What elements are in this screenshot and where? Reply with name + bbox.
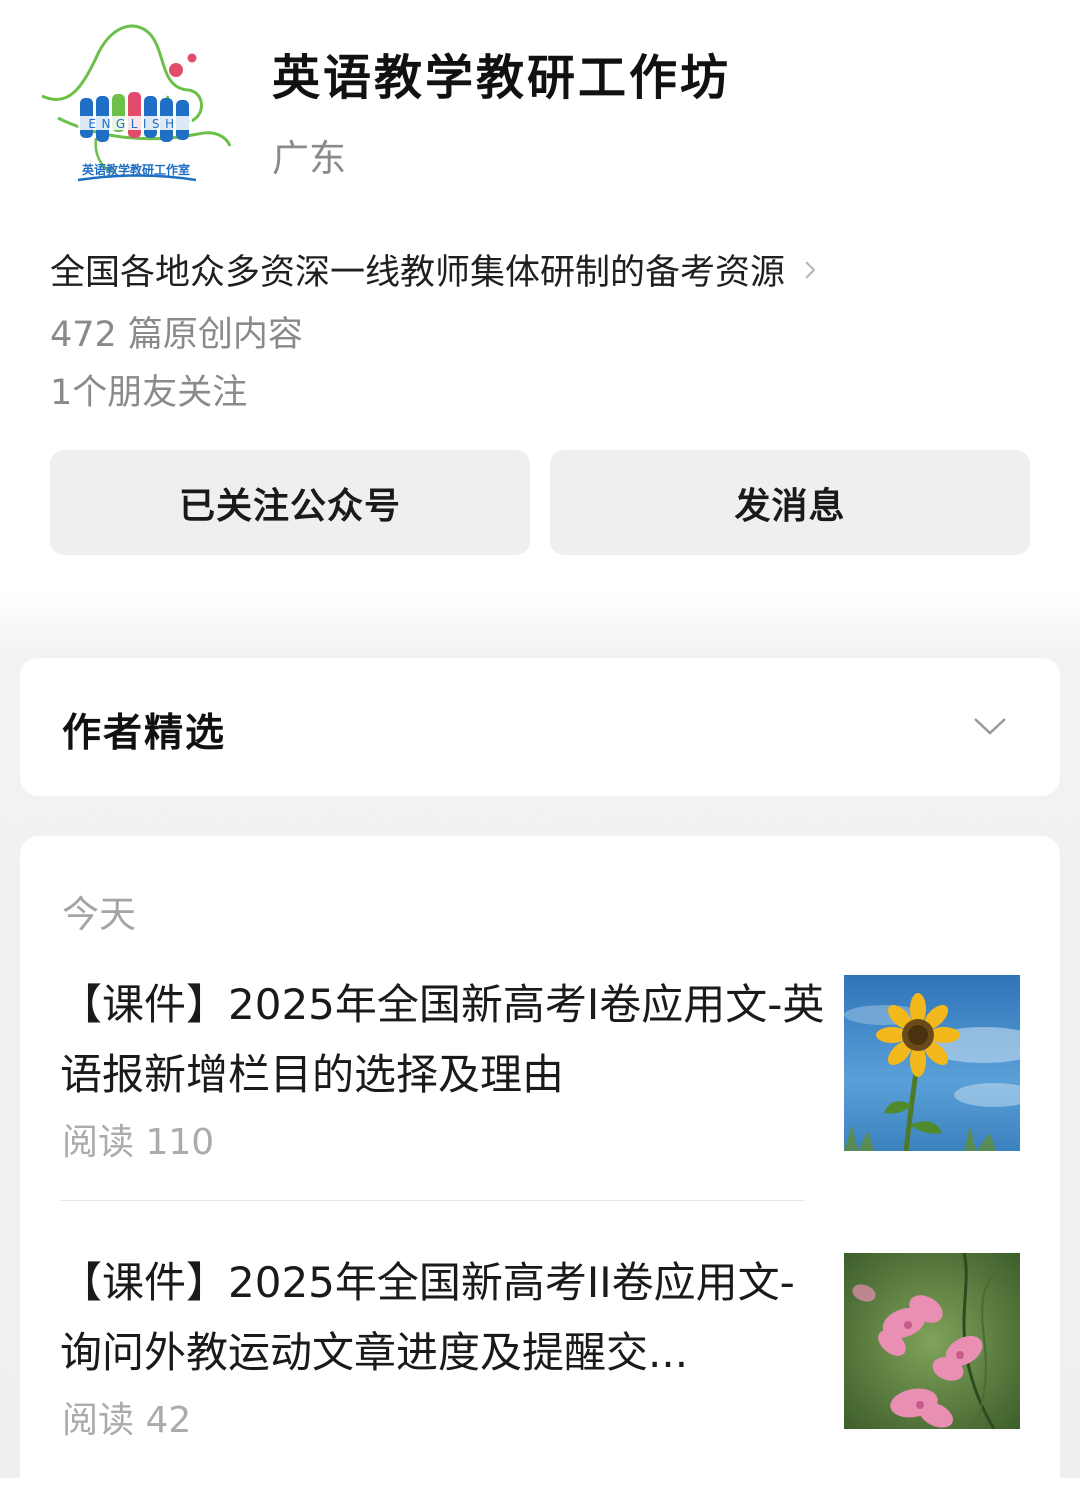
original-articles-count: 472 篇原创内容 bbox=[50, 315, 303, 355]
logo-english-text: ENGLISH bbox=[88, 117, 179, 131]
account-name: 英语教学教研工作坊 bbox=[272, 50, 732, 106]
author-picks-title: 作者精选 bbox=[62, 711, 227, 756]
account-description-link[interactable]: 全国各地众多资深一线教师集体研制的备考资源 bbox=[50, 244, 821, 295]
article-thumbnail-flowers[interactable] bbox=[844, 1253, 1020, 1429]
article-item[interactable]: 【课件】2025年全国新高考I卷应用文-英语报新增栏目的选择及理由 阅读 110 bbox=[60, 970, 1020, 1210]
feed-date-label: 今天 bbox=[62, 893, 136, 936]
article-item[interactable]: 【课件】2025年全国新高考II卷应用文-询问外教运动文章进度及提醒交... 阅… bbox=[60, 1248, 1020, 1488]
send-message-button[interactable]: 发消息 bbox=[550, 450, 1030, 555]
article-read-count: 阅读 110 bbox=[62, 1122, 215, 1163]
chevron-right-icon bbox=[805, 260, 816, 279]
account-region: 广东 bbox=[272, 137, 346, 180]
author-picks-section[interactable]: 作者精选 bbox=[20, 658, 1060, 796]
chevron-down-icon[interactable] bbox=[972, 714, 1008, 738]
friends-following-count: 1个朋友关注 bbox=[50, 373, 248, 413]
article-title[interactable]: 【课件】2025年全国新高考I卷应用文-英语报新增栏目的选择及理由 bbox=[60, 970, 830, 1110]
article-divider bbox=[60, 1200, 805, 1201]
article-thumbnail-sunflower[interactable] bbox=[844, 975, 1020, 1151]
article-read-count: 阅读 42 bbox=[62, 1400, 192, 1441]
article-feed: 今天 【课件】2025年全国新高考I卷应用文-英语报新增栏目的选择及理由 阅读 … bbox=[20, 836, 1060, 1496]
account-profile: ENGLISH 英语教学教研工作室 英语教学教研工作坊 广东 全国各地众多资深一… bbox=[0, 0, 1080, 600]
article-title[interactable]: 【课件】2025年全国新高考II卷应用文-询问外教运动文章进度及提醒交... bbox=[60, 1248, 830, 1388]
followed-account-button[interactable]: 已关注公众号 bbox=[50, 450, 530, 555]
account-description: 全国各地众多资深一线教师集体研制的备考资源 bbox=[50, 253, 786, 293]
account-logo[interactable]: ENGLISH 英语教学教研工作室 bbox=[38, 18, 234, 194]
